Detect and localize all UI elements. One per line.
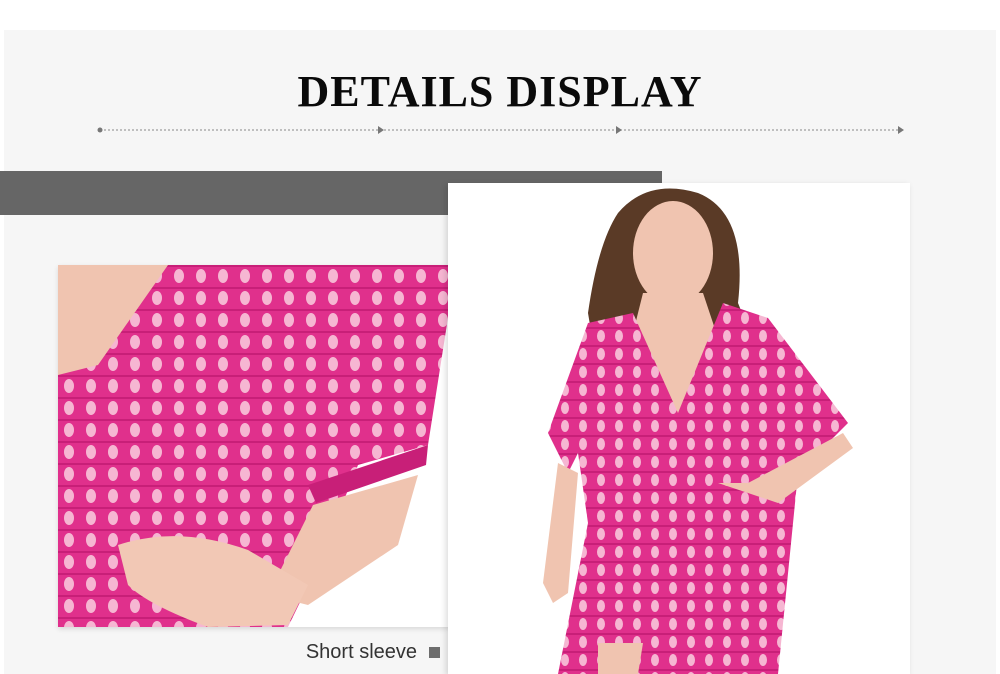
arrowhead-icon bbox=[898, 126, 904, 134]
caption-label: Short sleeve bbox=[305, 640, 417, 663]
divider-dot-icon bbox=[97, 127, 103, 133]
caption: Short sleeve bbox=[240, 638, 440, 666]
arrowhead-icon bbox=[378, 126, 384, 134]
model-full-photo bbox=[448, 183, 910, 674]
section-title: DETAILS DISPLAY bbox=[297, 67, 703, 116]
square-icon bbox=[429, 646, 440, 658]
arrowhead-icon bbox=[616, 126, 622, 134]
sleeve-closeup-photo bbox=[58, 265, 450, 627]
title-divider bbox=[97, 126, 904, 134]
